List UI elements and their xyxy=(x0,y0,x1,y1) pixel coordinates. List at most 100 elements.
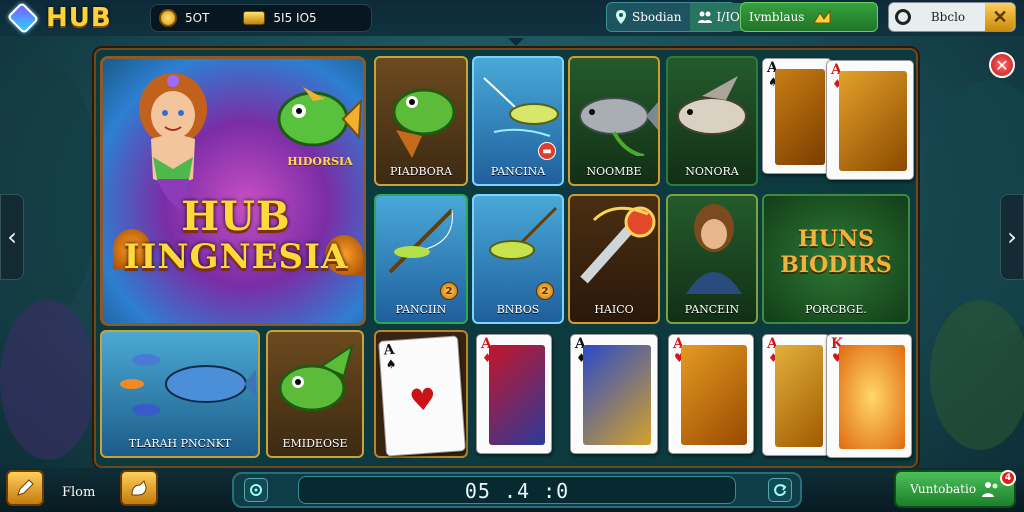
fishing-rod-icon xyxy=(388,208,454,274)
card-rank: A xyxy=(383,341,396,359)
close-button[interactable]: ✕ xyxy=(989,52,1015,78)
chevron-left-icon: ‹ xyxy=(7,223,17,251)
tile-label: PIADBORA xyxy=(389,165,453,178)
card-art xyxy=(583,345,651,445)
settings-label: Bbclo xyxy=(930,10,966,24)
card-art xyxy=(489,345,545,445)
gold-balance: 5I5 IO5 xyxy=(273,11,317,25)
bonus-pill[interactable]: Ivmblaus xyxy=(740,2,878,32)
game-tile-bnbos[interactable]: 2 BNBOS xyxy=(472,194,564,324)
card-art xyxy=(839,345,905,449)
playing-card[interactable]: A ♥ xyxy=(668,334,754,454)
claim-button[interactable]: Vuntobatio xyxy=(894,470,1016,508)
playing-card[interactable]: A ♦ xyxy=(762,334,830,456)
prev-page-button[interactable]: ‹ xyxy=(0,194,24,280)
game-tile-tlarah[interactable]: TLARAH PNCNKT xyxy=(100,330,260,458)
green-fish-icon xyxy=(278,343,354,412)
playing-card[interactable]: A ♦ xyxy=(826,60,914,180)
chevron-right-icon: › xyxy=(1007,223,1017,251)
card-art xyxy=(681,345,747,445)
playing-card[interactable]: K ♥ xyxy=(826,334,912,458)
game-tile-pancein[interactable]: PANCEIN xyxy=(666,194,758,324)
card-art xyxy=(839,71,907,171)
from-label: Flom xyxy=(62,485,96,500)
wallet-panel: 5OT 5I5 IO5 xyxy=(150,4,372,32)
card-art xyxy=(775,69,825,165)
countdown-timer: 05 .4 :0 xyxy=(298,476,736,504)
fish-cannon-icon xyxy=(580,206,656,284)
feature-title-line2: BIODIRS xyxy=(780,252,892,278)
gold-bar-icon xyxy=(243,11,266,25)
radar-button[interactable] xyxy=(244,478,268,502)
location-segment[interactable]: Sbodian xyxy=(607,3,690,31)
refresh-icon xyxy=(774,484,787,497)
game-tile-panciin[interactable]: 2 PANCIIN xyxy=(374,194,468,324)
white-fish-icon xyxy=(677,76,747,135)
game-tile-noombe[interactable]: NOOMBE xyxy=(568,56,660,186)
bg-plant-left xyxy=(0,300,96,460)
game-tile-piadbora[interactable]: PIADBORA xyxy=(374,56,468,186)
settings-pill[interactable]: Bbclo ✕ xyxy=(888,2,1016,32)
tile-label: PANCIIN xyxy=(395,303,447,316)
brand-logo[interactable]: HUB xyxy=(6,1,112,35)
green-fish-icon xyxy=(277,87,363,147)
edit-button[interactable] xyxy=(6,470,44,506)
hero-title-line2: IINGNESIA xyxy=(123,237,349,277)
location-label: Sbodian xyxy=(632,10,682,24)
close-pill-button[interactable]: ✕ xyxy=(985,3,1015,31)
gem-icon xyxy=(6,1,40,35)
tile-label: PANCEIN xyxy=(684,303,740,316)
x-icon: ✕ xyxy=(992,6,1008,28)
hero-title-line1: HUB xyxy=(181,193,291,240)
location-pill[interactable]: Sbodian I/IO xyxy=(606,2,748,32)
game-tile-haico[interactable]: HAICO xyxy=(568,194,660,324)
tile-label: HAICO xyxy=(594,303,634,316)
playing-card[interactable]: A ♠ ♥ xyxy=(378,335,466,457)
rooster-button[interactable] xyxy=(120,470,158,506)
tile-label: PANCINA xyxy=(490,165,546,178)
record-icon xyxy=(895,9,911,25)
notification-badge: 4 xyxy=(1000,470,1016,486)
bg-tree-left xyxy=(0,60,100,320)
coin-balance: 5OT xyxy=(185,11,210,25)
fishing-lure-icon xyxy=(489,206,558,260)
hero-subtitle: HIDORSIA xyxy=(287,155,353,168)
players-label: I/IO xyxy=(716,10,740,24)
tile-label: TLARAH PNCNKT xyxy=(128,437,232,450)
bg-plant-right xyxy=(930,300,1024,450)
game-lobby-screen: HUB 5OT 5I5 IO5 Sbodian I/IO Ivmblaus Bb… xyxy=(0,0,1024,512)
playing-card[interactable]: A ♠ xyxy=(762,58,832,174)
radar-icon xyxy=(250,484,262,496)
next-page-button[interactable]: › xyxy=(1000,194,1024,280)
badge-count: 2 xyxy=(440,282,458,300)
game-tile-nonora[interactable]: NONORA xyxy=(666,56,758,186)
playing-card[interactable]: A ♦ xyxy=(476,334,552,454)
hero-banner[interactable]: HIDORSIA HUB IINGNESIA xyxy=(100,56,366,326)
game-tile-hunts-birds[interactable]: HUNS BIODIRS PORCBGE. xyxy=(762,194,910,324)
ticket-icon: ▬ xyxy=(538,142,556,160)
frog-fish-icon xyxy=(392,88,456,158)
claim-label: Vuntobatio xyxy=(909,482,977,496)
top-notch xyxy=(508,38,524,46)
game-tile-emideose[interactable]: EMIDEOSE xyxy=(266,330,364,458)
tile-label: EMIDEOSE xyxy=(282,437,348,450)
heart-icon: ♥ xyxy=(408,382,438,419)
tile-label: NONORA xyxy=(685,165,739,178)
badge-count: 2 xyxy=(536,282,554,300)
rooster-icon xyxy=(131,480,147,496)
school-of-fish-icon xyxy=(120,354,256,416)
refresh-button[interactable] xyxy=(768,478,792,502)
feature-title-line1: HUNS xyxy=(798,226,874,252)
pencil-icon xyxy=(17,479,34,496)
game-tile-pancina[interactable]: ▬ PANCINA xyxy=(472,56,564,186)
tile-label: BNBOS xyxy=(496,303,540,316)
hero-title: HUB IINGNESIA xyxy=(103,193,363,278)
coin-icon xyxy=(159,9,177,27)
people-icon xyxy=(697,11,712,23)
feature-title: HUNS BIODIRS xyxy=(764,226,908,278)
card-suit: ♠ xyxy=(385,356,397,372)
playing-card[interactable]: A ♦ xyxy=(570,334,658,454)
tile-label: NOOMBE xyxy=(586,165,642,178)
fishing-lure-icon xyxy=(483,77,559,137)
close-icon: ✕ xyxy=(995,55,1009,75)
